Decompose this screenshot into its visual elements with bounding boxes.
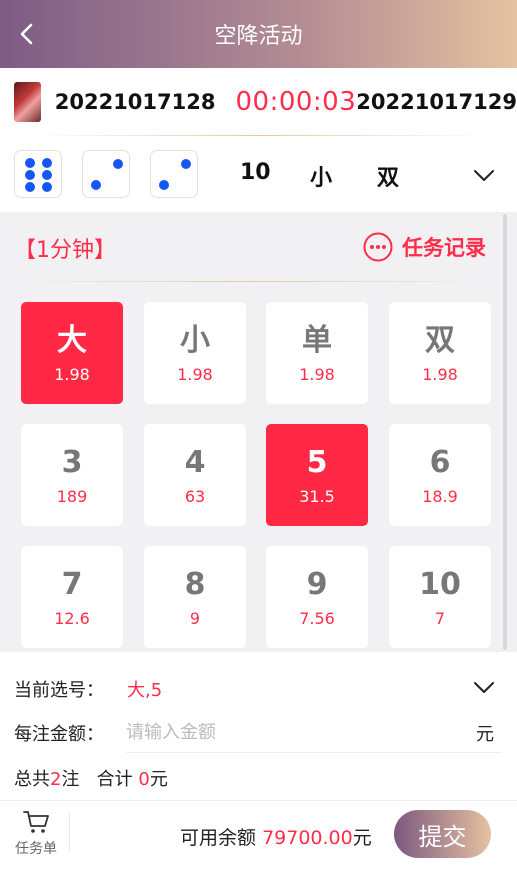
submit-button[interactable]: 提交 (394, 810, 491, 858)
balance-unit: 元 (352, 827, 372, 849)
bet-option-label: 10 (419, 566, 461, 602)
bet-count: 2 (50, 769, 62, 790)
back-arrow-icon[interactable] (14, 20, 42, 48)
bet-option[interactable]: 3 189 (21, 424, 123, 526)
dice-six-icon (14, 150, 62, 198)
task-list-button[interactable]: 任务单 (10, 808, 62, 858)
more-circle-icon (363, 232, 393, 262)
bet-option-odds: 9 (189, 608, 201, 628)
sum-prefix: 合计 (96, 769, 133, 790)
bet-option-label: 6 (429, 444, 451, 480)
bet-option[interactable]: 4 63 (144, 424, 246, 526)
totals-prefix: 总共 (14, 769, 50, 790)
bet-option[interactable]: 6 18.9 (389, 424, 491, 526)
bet-option-odds: 1.98 (54, 364, 90, 384)
bet-option-label: 4 (184, 444, 206, 480)
dice-two-icon (150, 150, 198, 198)
chevron-down-icon[interactable] (472, 677, 496, 697)
result-size: 小 (310, 166, 333, 191)
bet-option[interactable]: 10 7 (389, 546, 491, 648)
bet-option-odds: 63 (184, 486, 206, 506)
task-records-label: 任务记录 (402, 236, 486, 260)
bet-option[interactable]: 89 (144, 546, 246, 648)
bet-option-label: 大 (57, 322, 87, 358)
bet-option[interactable]: 双 1.98 (389, 302, 491, 404)
bet-option[interactable]: 5 31.5 (266, 424, 368, 526)
result-parity: 双 (377, 166, 400, 191)
bet-option-odds: 1.98 (177, 364, 213, 384)
bet-option-odds: 7 (434, 608, 446, 628)
totals-line: 总共2注 合计 0元 (14, 765, 168, 791)
bet-option-odds: 12.6 (54, 608, 90, 628)
bet-option-odds: 7.56 (299, 608, 335, 628)
divider (14, 281, 494, 282)
dice-two-icon (82, 150, 130, 198)
page-title: 空降活动 (214, 24, 303, 49)
bet-option-odds: 18.9 (422, 486, 458, 506)
bet-option-label: 8 (184, 566, 206, 602)
bet-option-odds: 1.98 (299, 364, 335, 384)
bet-option[interactable]: 小 1.98 (144, 302, 246, 404)
amount-input[interactable] (126, 717, 456, 747)
bet-option-label: 7 (61, 566, 83, 602)
amount-unit: 元 (476, 724, 494, 745)
balance-label: 可用余额 (180, 827, 257, 849)
balance-value: 79700.00 (262, 827, 353, 849)
available-balance: 可用余额 79700.00元 (180, 823, 372, 850)
current-selection-value: 大,5 (127, 680, 163, 701)
bet-option-label: 单 (302, 322, 332, 358)
bet-option[interactable]: 9 7.56 (266, 546, 368, 648)
bet-option-label: 双 (425, 322, 455, 358)
bet-count-unit: 注 (61, 769, 80, 790)
bet-option[interactable]: 7 12.6 (21, 546, 123, 648)
divider (126, 752, 502, 753)
task-records-link[interactable]: 任务记录 (362, 231, 486, 263)
top-bar: 空降活动 (0, 0, 517, 68)
countdown-timer: 00:00:03 (235, 87, 357, 117)
result-sum: 10 (240, 160, 271, 185)
amount-label: 每注金额： (14, 724, 104, 745)
current-selection-label: 当前选号： (14, 680, 104, 701)
period-row: 20221017128 00:00:03 20221017129 (0, 68, 517, 136)
bet-option-odds: 31.5 (299, 486, 335, 506)
task-list-label: 任务单 (15, 841, 57, 857)
bet-option-odds: 189 (56, 486, 88, 506)
divider (69, 814, 70, 850)
sum-value: 0 (138, 769, 150, 790)
bet-option-label: 5 (306, 444, 328, 480)
previous-period-number: 20221017128 (54, 90, 216, 114)
game-mode-label: 【1分钟】 (14, 238, 116, 263)
bet-option-label: 3 (61, 444, 83, 480)
bet-option-odds: 1.98 (422, 364, 458, 384)
chevron-down-icon[interactable] (472, 165, 496, 185)
scrollbar[interactable] (503, 214, 507, 650)
next-period-number: 20221017129 (356, 90, 517, 114)
bet-option-label: 小 (180, 322, 210, 358)
bet-option-label: 9 (306, 566, 328, 602)
bet-option[interactable]: 单 1.98 (266, 302, 368, 404)
game-thumbnail (14, 82, 41, 122)
bet-option[interactable]: 大 1.98 (21, 302, 123, 404)
cart-icon (23, 811, 49, 833)
sum-unit: 元 (149, 769, 168, 790)
